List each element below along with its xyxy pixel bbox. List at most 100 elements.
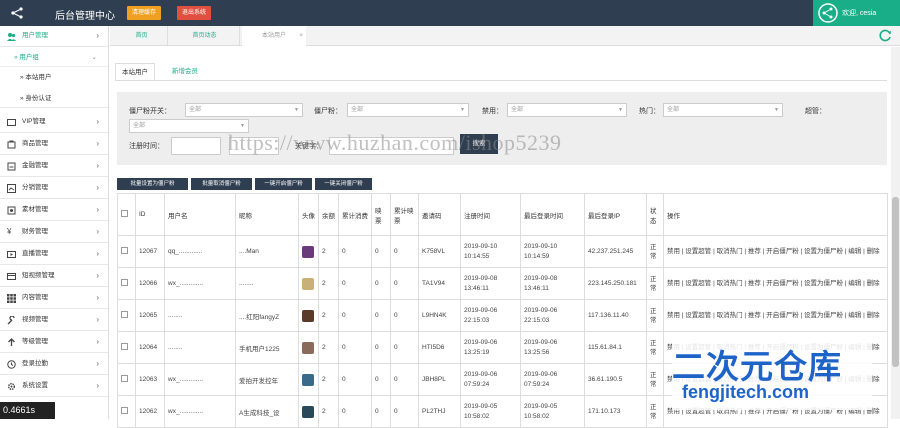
- cell-id: 12066: [135, 267, 165, 300]
- select-value: 全部: [511, 107, 524, 113]
- chevron-right-icon: ›: [96, 315, 99, 324]
- sidebar-group-usergroup[interactable]: » 用户组 ⌄: [0, 48, 108, 67]
- table-row: 12066 wx_..................... 2 0 0 0 TA1V94 2…: [117, 267, 888, 300]
- login-icon: [7, 360, 16, 369]
- sidebar-item-material[interactable]: 素材管理 ›: [0, 200, 108, 221]
- sidebar-item-short-video[interactable]: 短视频管理 ›: [0, 266, 108, 287]
- zombie-select[interactable]: 全部 ▼: [347, 103, 469, 117]
- sidebar-item-distribution[interactable]: 分销管理 ›: [0, 178, 108, 199]
- tab-site-users[interactable]: 本站用户 ×: [242, 26, 306, 46]
- chevron-down-icon: ▼: [460, 107, 465, 113]
- row-checkbox[interactable]: [121, 407, 128, 414]
- row-checkbox-cell[interactable]: [117, 235, 136, 268]
- cell-votes: 0: [371, 267, 391, 300]
- cell-last: 2019-09-06 13:25:56: [520, 331, 585, 364]
- sidebar-item-identity[interactable]: » 身份认证: [0, 89, 108, 108]
- cell-nickname: ....Man: [235, 235, 299, 268]
- tab-home[interactable]: 首页: [116, 26, 168, 46]
- sidebar-item-accounts[interactable]: ¥ 财务管理 ›: [0, 222, 108, 243]
- select-all-checkbox[interactable]: [117, 193, 136, 236]
- cell-ops[interactable]: 禁用 | 设置超管 | 取消热门 | 推荐 | 开启僵尸粉 | 设置为僵尸粉 |…: [663, 235, 888, 268]
- subtab-add-member[interactable]: 新增会员: [166, 63, 204, 80]
- cell-reg: 2019-09-06 13:25:19: [460, 331, 521, 364]
- sidebar-item-goods[interactable]: 商品管理 ›: [0, 134, 108, 155]
- column-header[interactable]: ID: [135, 193, 165, 236]
- column-header: 最后登录时间: [520, 193, 585, 236]
- scrollbar-thumb[interactable]: [892, 197, 899, 367]
- sidebar-item-login[interactable]: 登录拉勤 ›: [0, 354, 108, 375]
- share-icon[interactable]: [10, 6, 24, 20]
- user-avatar-icon: [818, 3, 838, 23]
- filter-label: 热门：: [639, 108, 660, 115]
- avatar: [302, 373, 314, 386]
- sidebar-item-settings[interactable]: 系统设置 ›: [0, 376, 108, 397]
- cell-reg: 2019-09-08 13:46:11: [460, 267, 521, 300]
- table-row: 12067 qq_............. ....Man 2 0 0 0 K758VL 20…: [117, 235, 888, 268]
- cell-ops[interactable]: 禁用 | 设置超管 | 取消热门 | 推荐 | 开启僵尸粉 | 设置为僵尸粉 |…: [663, 267, 888, 300]
- disabled-select[interactable]: 全部 ▼: [507, 103, 627, 117]
- row-checkbox[interactable]: [121, 279, 128, 286]
- subtab-site-users[interactable]: 本站用户: [115, 63, 155, 80]
- sidebar-item-label: 素材管理: [22, 206, 48, 213]
- sidebar-item-users[interactable]: 用户管理 ›: [0, 26, 108, 47]
- vertical-scrollbar[interactable]: [891, 47, 900, 419]
- cell-spent: 0: [338, 395, 372, 428]
- wrench-icon: [7, 316, 15, 325]
- reg-time-start-input[interactable]: [171, 137, 221, 155]
- row-checkbox-cell[interactable]: [117, 395, 136, 428]
- column-header: 昵称: [235, 193, 299, 236]
- row-checkbox-cell[interactable]: [117, 363, 136, 396]
- cell-nickname: A生成科技_设: [235, 395, 299, 428]
- sidebar-item-vip[interactable]: VIP管理 ›: [0, 112, 108, 133]
- batch-set-zombie-button[interactable]: 批量设置为僵尸粉: [117, 178, 188, 190]
- sidebar-group-label: 用户组: [19, 54, 39, 61]
- brand-domain: fengjitech.com: [682, 382, 810, 402]
- hot-select[interactable]: 全部 ▼: [663, 103, 783, 117]
- cell-votes: 0: [371, 235, 391, 268]
- disable-all-zombie-button[interactable]: 一键关闭僵尸粉: [315, 178, 372, 190]
- chevron-right-icon: ›: [96, 337, 99, 346]
- cell-votes: 0: [371, 363, 391, 396]
- sidebar-item-site-users[interactable]: » 本站用户: [0, 68, 108, 87]
- refresh-icon[interactable]: [879, 29, 892, 42]
- row-checkbox[interactable]: [121, 343, 128, 350]
- user-menu[interactable]: 欢迎, cesia: [813, 0, 900, 26]
- checkbox[interactable]: [121, 210, 128, 217]
- sidebar-item-video[interactable]: 视频管理 ›: [0, 310, 108, 331]
- sidebar-item-level[interactable]: 等级管理 ›: [0, 332, 108, 353]
- cell-balance: 2: [318, 363, 339, 396]
- zombie-switch-select[interactable]: 全部 ▼: [185, 103, 303, 117]
- column-header: 操作: [663, 193, 888, 236]
- cell-code: TA1V94: [418, 267, 461, 300]
- logout-button[interactable]: 退出系统: [177, 6, 212, 20]
- cell-reg: 2019-09-06 22:15:03: [460, 299, 521, 332]
- row-checkbox[interactable]: [121, 311, 128, 318]
- row-checkbox-cell[interactable]: [117, 331, 136, 364]
- row-checkbox[interactable]: [121, 247, 128, 254]
- cell-username: wx_.............: [164, 395, 236, 428]
- batch-cancel-zombie-button[interactable]: 批量取消僵尸粉: [191, 178, 252, 190]
- sidebar-item-content[interactable]: 内容管理 ›: [0, 288, 108, 309]
- chevron-down-icon: ▼: [294, 107, 299, 113]
- sidebar-item-finance[interactable]: 金融管理 ›: [0, 156, 108, 177]
- distribution-icon: [7, 184, 16, 193]
- cell-ops[interactable]: 禁用 | 设置超管 | 取消热门 | 推荐 | 开启僵尸粉 | 设置为僵尸粉 |…: [663, 299, 888, 332]
- gear-icon: [8, 383, 15, 390]
- cell-ip: 171.10.173: [584, 395, 647, 428]
- column-header: 映票: [371, 193, 391, 236]
- cell-balance: 2: [318, 235, 339, 268]
- live-icon: [7, 251, 16, 258]
- row-checkbox-cell[interactable]: [117, 267, 136, 300]
- yen-icon: ¥: [7, 227, 12, 236]
- chevron-right-icon: ›: [96, 249, 99, 258]
- clear-cache-button[interactable]: 清理缓存: [127, 6, 162, 20]
- sidebar-item-live[interactable]: 直播管理 ›: [0, 244, 108, 265]
- tab-home-feed[interactable]: 首页动态: [170, 26, 240, 46]
- cell-state: 正常: [646, 331, 664, 364]
- close-icon[interactable]: ×: [299, 26, 303, 46]
- row-checkbox-cell[interactable]: [117, 299, 136, 332]
- cell-balance: 2: [318, 331, 339, 364]
- row-checkbox[interactable]: [121, 375, 128, 382]
- enable-all-zombie-button[interactable]: 一键开启僵尸粉: [255, 178, 312, 190]
- avatar: [302, 405, 314, 418]
